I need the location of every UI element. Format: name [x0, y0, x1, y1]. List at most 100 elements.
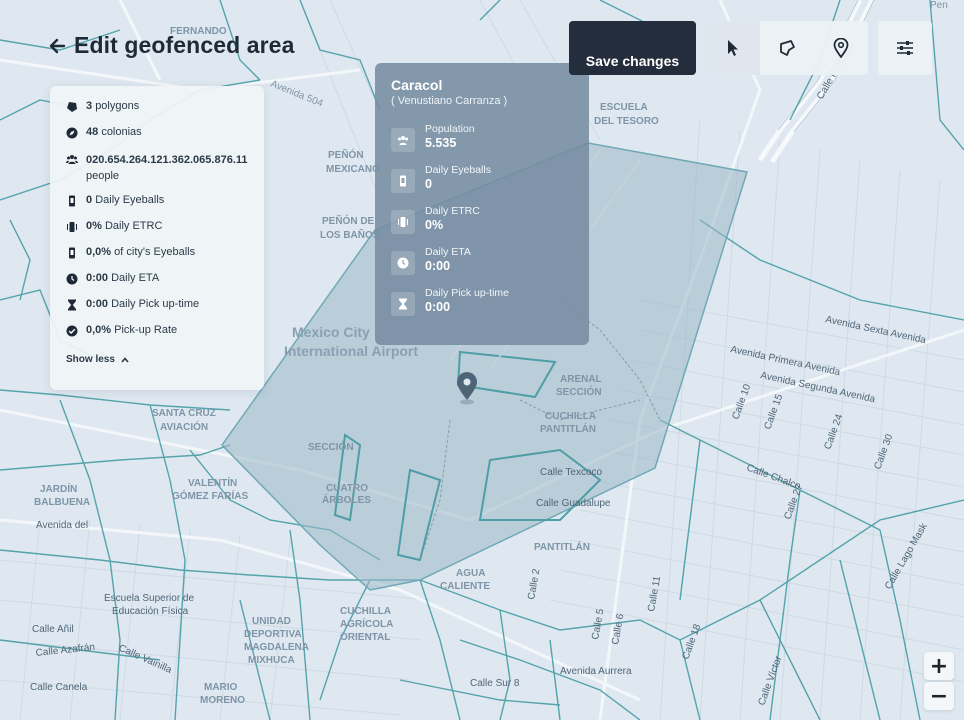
map-label: Calle Texcoco	[540, 467, 603, 478]
map-label: PEÑÓN DE	[322, 214, 375, 227]
map-label: MEXICANO	[326, 164, 380, 175]
stat-label: Daily ETRC	[104, 220, 163, 232]
popup-row-label: Daily Eyeballs	[425, 164, 491, 176]
vibrate-icon	[391, 210, 415, 234]
map-label: MIXHUCA	[248, 655, 295, 666]
map-label: Calle Canela	[30, 682, 88, 693]
phone-icon	[69, 247, 75, 259]
popup-subtitle: ( Venustiano Carranza )	[391, 95, 508, 107]
place-pin-button[interactable]	[814, 21, 868, 75]
stat-city-eyeballs: 0,0% of city's Eyeballs	[66, 246, 250, 272]
area-stats-panel: 3 polygons 48 colonias 020.654.264.121.3…	[50, 86, 264, 390]
popup-row-pickup-time: Daily Pick up-time 0:00	[391, 287, 573, 328]
map-label: ARENAL	[560, 374, 602, 385]
stat-eta: 0:00 Daily ETA	[66, 272, 250, 298]
map-label: AGRÍCOLA	[340, 617, 393, 630]
sliders-icon	[897, 41, 913, 55]
map-label: PANTITLÁN	[534, 540, 590, 553]
stat-value: 0:00	[86, 298, 109, 310]
map-label: MORENO	[200, 695, 245, 706]
popup-row-label: Daily Pick up-time	[425, 287, 510, 299]
map-label: Calle Añil	[32, 624, 74, 635]
stat-pickup-rate: 0,0% Pick-up Rate	[66, 324, 250, 350]
phone-icon	[69, 195, 75, 207]
draw-polygon-button[interactable]	[760, 21, 814, 75]
popup-row-value: 0	[425, 177, 432, 191]
popup-row-label: Population	[425, 123, 475, 135]
map-label: VALENTÍN	[188, 476, 237, 489]
map-label: ORIENTAL	[340, 632, 390, 643]
map-label: PEÑÓN	[328, 148, 364, 161]
stat-people: 020.654.264.121.362.065.876.11 people	[66, 152, 250, 194]
stat-label: people	[86, 170, 120, 182]
map-label: CUCHILLA	[340, 606, 391, 617]
stat-label: Daily ETA	[111, 272, 160, 284]
stat-label: Daily Pick up-time	[111, 298, 200, 310]
map-label: UNIDAD	[252, 616, 291, 627]
people-icon	[391, 128, 415, 152]
map-label: SECCIÓN	[556, 385, 602, 398]
show-less-button[interactable]: Show less	[66, 354, 250, 365]
zoom-in-button[interactable]: +	[924, 652, 954, 680]
map-label: MAGDALENA	[244, 642, 309, 653]
stat-label: Pick-up Rate	[114, 324, 178, 336]
people-icon	[66, 155, 78, 164]
map-label: CUCHILLA	[545, 411, 596, 422]
popup-row-eta: Daily ETA 0:00	[391, 246, 573, 287]
stat-value: 0%	[86, 220, 102, 232]
popup-row-value: 0:00	[425, 259, 451, 273]
map-label: Mexico City	[292, 324, 370, 340]
save-changes-button[interactable]: Save changes	[569, 21, 696, 75]
back-arrow-icon[interactable]	[48, 37, 66, 55]
stat-pickup-time: 0:00 Daily Pick up-time	[66, 298, 250, 324]
check-circle-icon	[66, 325, 78, 337]
hourglass-icon	[68, 299, 76, 311]
stat-value: 020.654.264.121.362.065.876.11	[86, 154, 248, 166]
map-label: PANTITLÁN	[540, 422, 596, 435]
popup-row-population: Population 5.535	[391, 123, 573, 164]
map-label: BALBUENA	[34, 497, 90, 508]
map-label: ESCUELA	[600, 102, 648, 113]
map-label: CUATRO	[326, 483, 368, 494]
map-label: Calle Sur 8	[470, 678, 520, 689]
zoom-out-button[interactable]: −	[924, 682, 954, 710]
page-header: Edit geofenced area	[48, 32, 294, 59]
map-label: AGUA	[456, 568, 485, 579]
stat-label: Daily Eyeballs	[95, 194, 165, 206]
map-label: International Airport	[284, 343, 418, 359]
page-title: Edit geofenced area	[74, 32, 295, 58]
stat-value: 3	[86, 100, 93, 112]
cursor-icon	[728, 40, 738, 56]
popup-row-value: 5.535	[425, 136, 457, 150]
vibrate-icon	[67, 222, 77, 232]
map-label: Pen	[930, 0, 948, 11]
map-label: SANTA CRUZ	[152, 408, 216, 419]
select-tool-button[interactable]	[706, 21, 760, 75]
filters-button[interactable]	[878, 21, 932, 75]
stat-value: 48	[86, 126, 99, 138]
location-pin-icon	[833, 38, 849, 58]
popup-row-label: Daily ETRC	[425, 205, 480, 217]
map-label: DEPORTIVA	[244, 629, 302, 640]
clock-icon	[391, 251, 415, 275]
map-label: Educación Física	[112, 606, 189, 617]
stat-colonias: 48 colonias	[66, 126, 250, 152]
map-label: Avenida del	[36, 520, 88, 531]
map-label: LOS BAÑOS	[320, 228, 380, 241]
clock-icon	[66, 273, 78, 285]
popup-row-value: 0%	[425, 218, 444, 232]
map-label: Calle Guadalupe	[536, 498, 611, 509]
popup-row-etrc: Daily ETRC 0%	[391, 205, 573, 246]
colonia-info-popup: Caracol ( Venustiano Carranza ) Populati…	[375, 63, 589, 345]
compass-icon	[66, 127, 78, 139]
phone-icon	[391, 169, 415, 193]
stat-label: of city's Eyeballs	[114, 246, 196, 258]
hourglass-icon	[391, 292, 415, 316]
map-label: JARDÍN	[40, 482, 77, 495]
map-label: ÁRBOLES	[322, 493, 371, 506]
stat-value: 0	[86, 194, 93, 206]
map-tools-group	[706, 21, 868, 75]
map-label: AVIACIÓN	[160, 420, 208, 433]
show-less-label: Show less	[66, 354, 115, 365]
stat-label: polygons	[95, 100, 140, 112]
